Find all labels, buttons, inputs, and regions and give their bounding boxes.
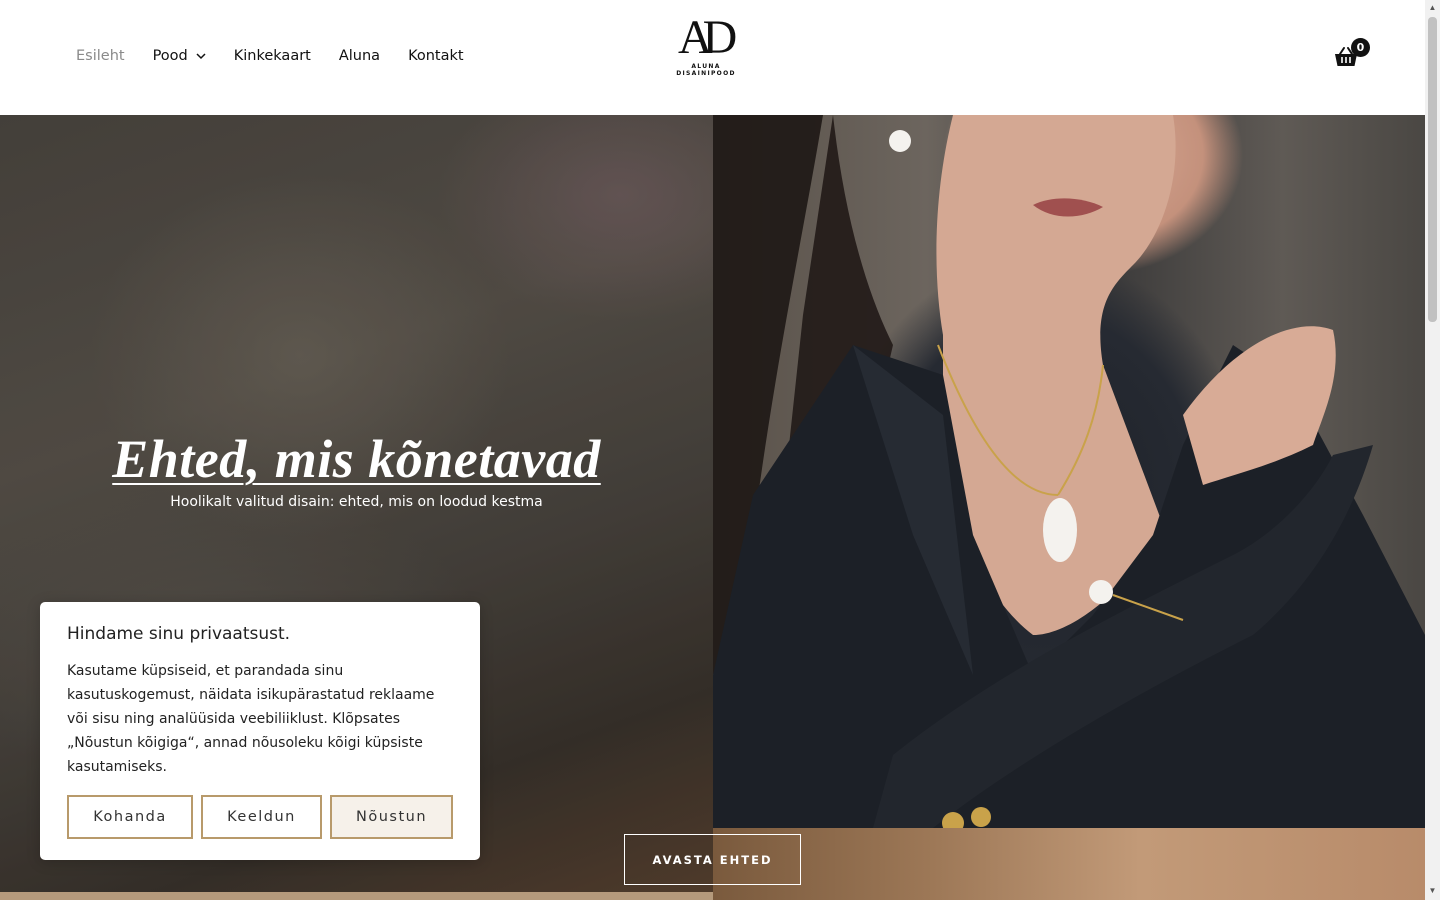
- logo-subtitle: ALUNA DISAINIPOOD: [676, 63, 736, 77]
- cookie-title: Hindame sinu privaatsust.: [67, 624, 291, 644]
- cookie-buttons: Kohanda Keeldun Nõustun: [67, 795, 453, 839]
- cookie-accept-button[interactable]: Nõustun: [330, 795, 453, 839]
- discover-jewelry-button[interactable]: AVASTA EHTED: [624, 834, 801, 885]
- cookie-customize-button[interactable]: Kohanda: [67, 795, 193, 839]
- cookie-consent-dialog: Hindame sinu privaatsust. Kasutame küpsi…: [40, 602, 480, 860]
- nav-item-aluna[interactable]: Aluna: [339, 48, 380, 64]
- hero-subtitle: Hoolikalt valitud disain: ehted, mis on …: [170, 494, 543, 510]
- page-scrollbar[interactable]: ▲ ▼: [1425, 0, 1440, 900]
- cookie-decline-button[interactable]: Keeldun: [201, 795, 322, 839]
- hero-model-illustration: [713, 115, 1425, 828]
- nav-item-pood-label: Pood: [152, 48, 188, 64]
- main-nav: Esileht Pood Kinkekaart Aluna Kontakt: [76, 48, 492, 64]
- cart-count-badge: 0: [1351, 38, 1370, 57]
- scrollbar-thumb[interactable]: [1428, 17, 1437, 322]
- logo-monogram: AD: [678, 11, 737, 64]
- scroll-down-arrow-icon[interactable]: ▼: [1428, 886, 1437, 895]
- nav-item-kinkekaart[interactable]: Kinkekaart: [234, 48, 311, 64]
- hero-image-right: [713, 115, 1425, 828]
- site-header: Esileht Pood Kinkekaart Aluna Kontakt AD…: [0, 0, 1425, 115]
- hero-title[interactable]: Ehted, mis kõnetavad: [0, 428, 713, 490]
- nav-item-esileht[interactable]: Esileht: [76, 48, 125, 64]
- hero-image-strip: [713, 828, 1425, 900]
- cart-button[interactable]: 0: [1334, 38, 1374, 70]
- nav-item-kontakt[interactable]: Kontakt: [408, 48, 464, 64]
- chevron-down-icon: [196, 52, 206, 59]
- site-logo[interactable]: AD ALUNA DISAINIPOOD: [660, 11, 752, 77]
- nav-item-pood[interactable]: Pood: [153, 48, 206, 64]
- scroll-up-arrow-icon[interactable]: ▲: [1428, 3, 1437, 12]
- hero-image-strip-left: [0, 892, 713, 900]
- cookie-text: Kasutame küpsiseid, et parandada sinu ka…: [67, 663, 435, 775]
